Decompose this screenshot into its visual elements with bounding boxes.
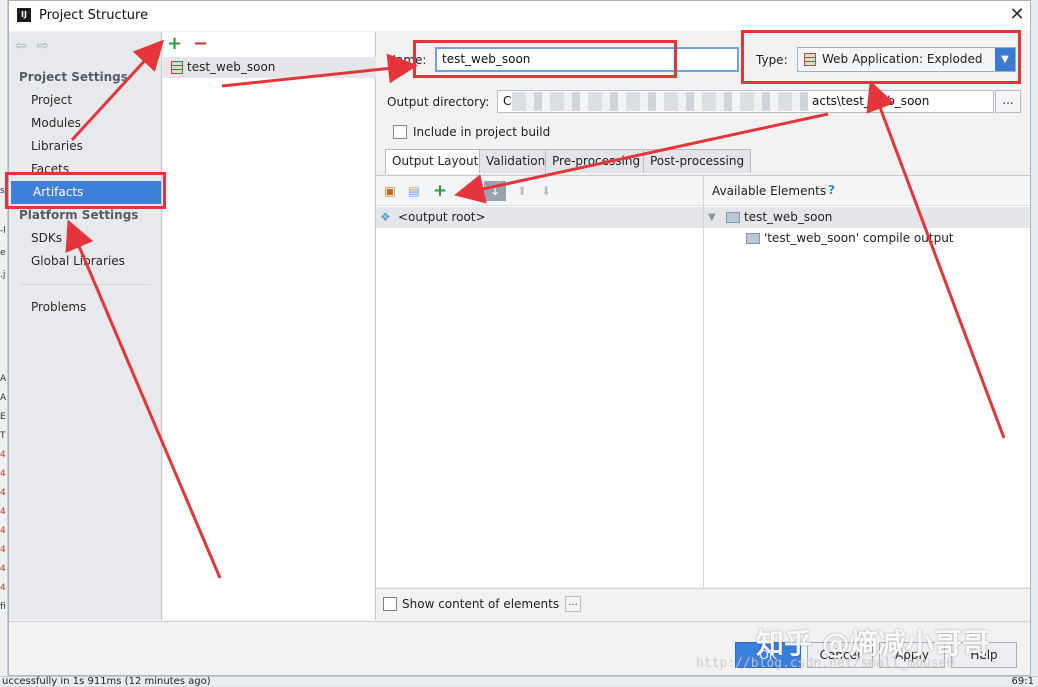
tab-post-processing[interactable]: Post-processing (643, 149, 752, 173)
ide-edge-text: 4 (0, 583, 6, 593)
available-elements-label: Available Elements (712, 184, 827, 198)
module-folder-icon (726, 212, 740, 223)
output-root-row[interactable]: ❖ <output root> (376, 207, 703, 228)
close-icon[interactable]: ✕ (1007, 4, 1027, 26)
output-directory-input[interactable]: C acts\test_web_soon (497, 90, 994, 113)
ide-edge-text: fi (0, 602, 6, 612)
help-icon[interactable]: ? (828, 183, 835, 197)
project-structure-dialog: IJ Project Structure ✕ ⇦ ⇨ Project Settin… (8, 0, 1031, 676)
ide-edge-text: s (0, 186, 5, 196)
output-directory-prefix: C (503, 94, 512, 108)
annotation-box-type (741, 30, 1021, 84)
ide-edge-text: E (0, 412, 6, 422)
output-directory-suffix: acts\test_web_soon (812, 94, 930, 108)
window-title: Project Structure (39, 8, 149, 23)
platform-settings-heading: Platform Settings (19, 208, 139, 222)
browse-output-button[interactable]: ... (995, 90, 1021, 113)
artifact-list-item[interactable]: test_web_soon (163, 57, 376, 78)
include-build-label: Include in project build (413, 125, 551, 139)
ide-edge-text: 4 (0, 526, 6, 536)
nav-item-libraries[interactable]: Libraries (9, 135, 162, 158)
tab-validation[interactable]: Validation (479, 149, 553, 173)
artifact-toolbar: + − (163, 32, 376, 56)
tab-pre-processing[interactable]: Pre-processing (545, 149, 648, 173)
ide-background-left: s -l e .j A A E T 4 4 4 4 4 4 4 4 fi (0, 0, 8, 686)
ide-background-right (1031, 0, 1038, 686)
new-directory-icon[interactable]: ▣ (382, 183, 398, 199)
sort-icon[interactable]: ↓ (484, 181, 506, 201)
annotation-box-name (413, 40, 677, 78)
title-bar: IJ Project Structure ✕ (9, 1, 1030, 31)
ide-edge-text: .j (0, 270, 6, 280)
add-element-icon[interactable]: + (432, 183, 448, 200)
ide-edge-text: 4 (0, 488, 6, 498)
create-archive-icon[interactable]: ▤ (406, 183, 422, 199)
show-content-bar: Show content of elements ... (376, 588, 1030, 620)
remove-artifact-icon[interactable]: − (193, 33, 208, 54)
include-build-checkbox[interactable] (393, 125, 407, 139)
web-artifact-icon (171, 61, 183, 74)
nav-item-problems[interactable]: Problems (9, 296, 162, 319)
ide-edge-text: 4 (0, 564, 6, 574)
forward-arrow-icon[interactable]: ⇨ (37, 38, 49, 54)
ide-edge-text: 4 (0, 507, 6, 517)
nav-arrows: ⇦ ⇨ (15, 38, 58, 54)
artifact-name: test_web_soon (187, 60, 276, 74)
show-content-label: Show content of elements (402, 597, 560, 611)
show-content-options-button[interactable]: ... (565, 596, 581, 612)
artifact-list-panel: + − test_web_soon (163, 32, 376, 620)
output-root-icon: ❖ (380, 210, 391, 224)
output-directory-label: Output directory: (387, 95, 490, 109)
nav-item-global-libraries[interactable]: Global Libraries (9, 250, 162, 273)
output-layout-panel: ▣ ▤ + ↓ ⬆ ⬇ Available Elements ? ❖ <outp… (376, 175, 1030, 588)
move-down-icon[interactable]: ⬇ (538, 183, 554, 199)
redacted-path (512, 92, 808, 111)
ide-edge-text: 4 (0, 545, 6, 555)
annotation-box-artifacts (5, 172, 166, 209)
ide-edge-text: 4 (0, 450, 6, 460)
compile-output-row[interactable]: 'test_web_soon' compile output (704, 228, 1030, 249)
ide-edge-text: 4 (0, 469, 6, 479)
compile-output-icon (746, 233, 760, 244)
available-module-label: test_web_soon (744, 210, 833, 224)
nav-divider (21, 284, 151, 285)
move-up-icon[interactable]: ⬆ (514, 183, 530, 199)
nav-item-modules[interactable]: Modules (9, 112, 162, 135)
project-settings-heading: Project Settings (19, 70, 128, 84)
intellij-icon: IJ (17, 8, 31, 22)
show-content-checkbox[interactable] (383, 597, 397, 611)
settings-nav: ⇦ ⇨ Project Settings Project Modules Libr… (9, 32, 162, 620)
nav-item-sdks[interactable]: SDKs (9, 227, 162, 250)
tab-output-layout[interactable]: Output Layout (385, 149, 486, 174)
output-root-label: <output root> (398, 210, 486, 224)
add-artifact-icon[interactable]: + (167, 33, 182, 54)
ide-status-bar: uccessfully in 1s 911ms (12 minutes ago)… (0, 676, 1038, 687)
watermark-url: http://blog.csdn.net/small_mouse0 (696, 656, 955, 671)
ide-edge-text: e (0, 248, 6, 258)
ide-edge-text: -l (0, 226, 6, 236)
compile-output-label: 'test_web_soon' compile output (764, 231, 954, 245)
ide-edge-text: T (0, 431, 6, 441)
back-arrow-icon[interactable]: ⇦ (15, 38, 27, 54)
ide-edge-text: A (0, 374, 7, 384)
ide-edge-text: A (0, 393, 7, 403)
expand-chevron-icon[interactable]: ▼ (708, 207, 716, 228)
available-module-row[interactable]: ▼ test_web_soon (704, 207, 1030, 228)
nav-item-project[interactable]: Project (9, 89, 162, 112)
